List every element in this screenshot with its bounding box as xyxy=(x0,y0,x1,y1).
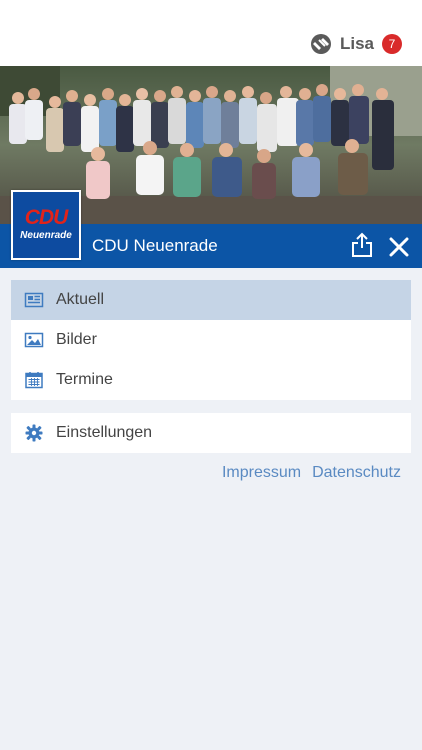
party-logo: CDU Neuenrade xyxy=(11,190,81,260)
footer-links: Impressum Datenschutz xyxy=(222,464,401,482)
menu-item-aktuell[interactable]: Aktuell xyxy=(11,280,411,320)
menu-item-label: Bilder xyxy=(56,331,97,348)
impressum-link[interactable]: Impressum xyxy=(222,464,301,482)
share-icon xyxy=(352,232,372,257)
close-icon xyxy=(389,237,409,257)
user-name[interactable]: Lisa xyxy=(340,34,374,54)
menu-item-label: Einstellungen xyxy=(56,424,153,441)
gear-icon xyxy=(25,424,43,442)
menu-item-label: Aktuell xyxy=(56,291,105,308)
notification-badge[interactable]: 7 xyxy=(382,34,402,54)
share-button[interactable] xyxy=(350,232,374,258)
menu-item-einstellungen[interactable]: Einstellungen xyxy=(11,413,411,453)
datenschutz-link[interactable]: Datenschutz xyxy=(312,464,401,482)
settings-card: Einstellungen xyxy=(11,413,411,453)
menu-item-termine[interactable]: Termine xyxy=(11,360,411,400)
menu-item-label: Termine xyxy=(56,371,113,388)
close-button[interactable] xyxy=(387,235,411,259)
user-area[interactable]: Lisa 7 xyxy=(310,33,402,55)
image-icon xyxy=(24,332,44,348)
top-bar: Lisa 7 xyxy=(0,0,422,66)
main-menu: Aktuell Bilder Termine xyxy=(11,280,411,400)
calendar-icon xyxy=(25,372,43,389)
logo-subtext: Neuenrade xyxy=(20,230,72,241)
app-logo-icon xyxy=(310,34,331,54)
news-icon xyxy=(24,292,44,308)
logo-text: CDU xyxy=(24,206,69,229)
menu-item-bilder[interactable]: Bilder xyxy=(11,320,411,360)
page-title: CDU Neuenrade xyxy=(92,236,218,255)
